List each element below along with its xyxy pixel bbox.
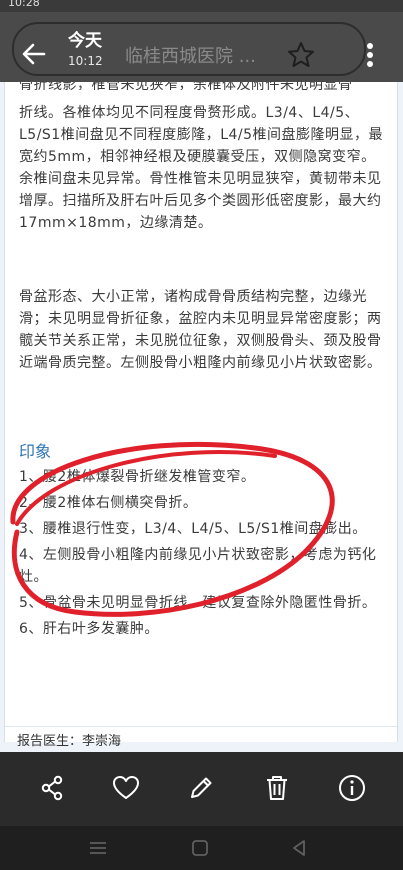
status-time: 10:28 — [8, 0, 40, 9]
report-doctor: 报告医生：李崇海 — [17, 734, 122, 749]
info-button[interactable] — [336, 772, 368, 804]
arrow-left-icon — [22, 43, 46, 65]
status-bar: 10:28 — [0, 0, 403, 12]
favorite-top-button[interactable] — [286, 40, 316, 74]
impression-item: 3、腰椎退行性变，L3/4、L4/5、L5/S1椎间盘膨出。 — [19, 521, 367, 537]
page-title: 今天 — [68, 31, 102, 51]
nav-home-button[interactable] — [188, 836, 212, 860]
report-top-cut-line: 骨折线影，椎管未见狭窄，余椎体及附件未见明显骨 — [19, 82, 353, 90]
back-button[interactable] — [18, 38, 50, 70]
impression-item: 6、肝右叶多发囊肿。 — [19, 621, 159, 637]
nav-recents-button[interactable] — [86, 836, 110, 860]
pencil-icon — [191, 777, 212, 798]
report-card: 骨折线影，椎管未见狭窄，余椎体及附件未见明显骨 折线。各椎体均见不同程度骨赘形成… — [4, 82, 398, 749]
menu-lines-icon — [90, 842, 106, 854]
nav-back-button[interactable] — [287, 836, 311, 860]
delete-button[interactable] — [261, 772, 293, 804]
triangle-back-icon — [293, 840, 305, 856]
report-viewer[interactable]: 骨折线影，椎管未见狭窄，余椎体及附件未见明显骨 折线。各椎体均见不同程度骨赘形成… — [0, 82, 403, 752]
impression-item: 5、骨盆骨未见明显骨折线，建议复查除外隐匿性骨折。 — [19, 595, 377, 611]
title-block: 今天 10:12 — [68, 30, 103, 70]
impression-item: 4、左侧股骨小粗隆内前缘见小片状致密影，考虑为钙化灶。 — [19, 547, 377, 585]
findings-paragraph-spine: 折线。各椎体均见不同程度骨赘形成。L3/4、L4/5、L5/S1椎间盘见不同程度… — [19, 105, 384, 231]
page-subtitle-time: 10:12 — [68, 54, 103, 68]
trash-icon — [267, 776, 287, 800]
edit-button[interactable] — [185, 772, 217, 804]
background-page-title: 临桂西城医院 ... — [125, 46, 256, 67]
favorite-button[interactable] — [110, 772, 142, 804]
square-home-icon — [192, 840, 208, 856]
share-icon — [41, 775, 63, 801]
bottom-toolbar — [0, 752, 403, 826]
top-app-bar: 临桂西城医院 ... 今天 10:12 — [0, 12, 403, 82]
impression-item: 2、腰2椎体右侧横突骨折。 — [19, 495, 198, 511]
share-button[interactable] — [36, 772, 68, 804]
system-nav-bar — [0, 826, 403, 870]
heart-icon — [113, 776, 139, 799]
divider — [5, 726, 397, 727]
impression-item: 1、腰2椎体爆裂骨折继发椎管变窄。 — [19, 469, 256, 485]
findings-paragraph-pelvis: 骨盆形态、大小正常，诸构成骨骨质结构完整，边缘光滑；未见明显骨折征象，盆腔内未见… — [19, 289, 382, 371]
star-icon — [288, 42, 314, 67]
impression-list: 1、腰2椎体爆裂骨折继发椎管变窄。 2、腰2椎体右侧横突骨折。 3、腰椎退行性变… — [19, 466, 389, 644]
more-vertical-icon — [367, 43, 373, 67]
more-options-button[interactable] — [362, 40, 378, 74]
impression-heading: 印象 — [19, 442, 52, 461]
info-icon — [339, 775, 365, 801]
